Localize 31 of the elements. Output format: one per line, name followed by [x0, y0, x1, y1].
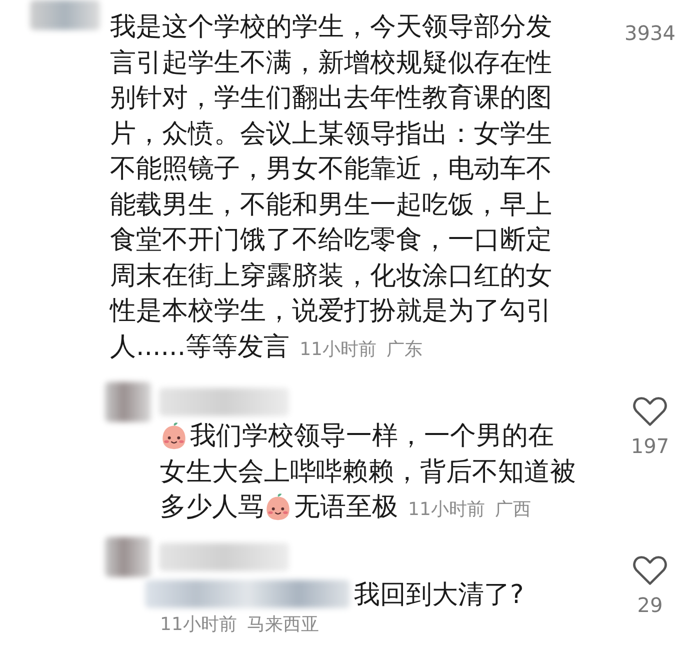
comment-text: 能载男生，不能和男生一起吃饭，早上 [110, 188, 552, 222]
comment-time: 11小时前 [300, 338, 376, 360]
comment-text: 食堂不开门饿了不给吃零食，一口断定 [110, 224, 552, 257]
comment-location: 广西 [494, 498, 531, 521]
comment-location: 广东 [386, 338, 422, 360]
like-count: 3934 [624, 21, 676, 45]
blurred-avatar [105, 382, 151, 422]
comment-text: 人......等等发言 [110, 330, 290, 364]
comment-text: 女生大会上哔哔赖赖，背后不知道被 [160, 456, 576, 488]
like-count: 197 [630, 434, 670, 458]
like-icon[interactable] [632, 396, 668, 428]
comment-text: 别针对，学生们翻出去年性教育课的图 [110, 82, 552, 115]
comment-text: 片，众愤。会议上某领导指出：女学生 [110, 118, 552, 150]
comment-text: 性是本校学生，说爱打扮就是为了勾引 [110, 295, 552, 328]
comment-text: 我是这个学校的学生，今天领导部分发 [110, 11, 552, 44]
blurred-avatar [30, 0, 100, 30]
comment-location: 马来西亚 [246, 613, 319, 636]
comment-text: 言引起学生不满，新增校规疑似存在性 [110, 46, 552, 80]
peach-face-icon [264, 492, 292, 521]
comment-text: 我们学校领导一样，一个男的在 [190, 420, 554, 453]
comment-text: 多少人骂 [160, 491, 264, 524]
comment-text: 周末在街上穿露脐装，化妆涂口红的女 [110, 260, 552, 292]
like-icon[interactable] [632, 554, 668, 586]
comment-text: 无语至极 [294, 491, 398, 524]
peach-face-icon [160, 422, 188, 450]
blurred-avatar [105, 536, 151, 576]
comment-text: 我回到大清了? [354, 578, 524, 612]
like-count: 29 [637, 592, 663, 616]
comment-text: 不能照镜子，男女不能靠近，电动车不 [110, 153, 552, 186]
comment-time: 11小时前 [408, 498, 485, 521]
comment-time: 11小时前 [160, 613, 237, 636]
